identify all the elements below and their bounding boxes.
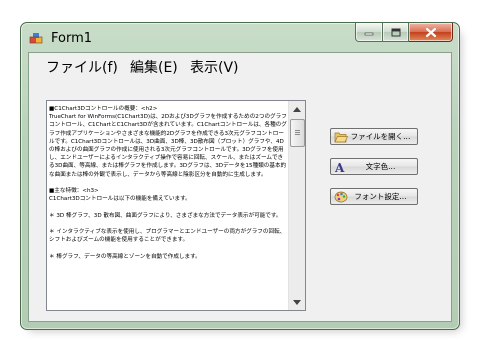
maximize-button[interactable] bbox=[383, 23, 409, 42]
caption-buttons bbox=[355, 23, 453, 43]
app-icon[interactable] bbox=[29, 31, 45, 47]
scroll-up-button[interactable] bbox=[289, 101, 305, 117]
content-textbox[interactable]: ■C1Chart3Dコントロールの概要：<h2> TrueChart for W… bbox=[46, 100, 306, 311]
minimize-icon bbox=[364, 32, 374, 36]
font-color-button[interactable]: A 文字色... bbox=[330, 158, 418, 175]
textbox-content: ■C1Chart3Dコントロールの概要：<h2> TrueChart for W… bbox=[49, 106, 287, 260]
menu-file[interactable]: ファイル(f) bbox=[46, 57, 118, 77]
arrow-down-icon bbox=[293, 299, 301, 305]
scroll-thumb[interactable] bbox=[290, 119, 305, 147]
svg-text:A: A bbox=[334, 161, 345, 173]
font-settings-button[interactable]: フォント設定... bbox=[330, 188, 418, 205]
close-button[interactable] bbox=[409, 23, 453, 42]
open-file-label: ファイルを開く... bbox=[350, 132, 411, 141]
open-folder-icon bbox=[334, 130, 348, 143]
scroll-down-button[interactable] bbox=[289, 294, 305, 310]
menu-bar: ファイル(f) 編集(E) 表示(V) bbox=[29, 53, 451, 79]
maximize-icon bbox=[391, 28, 400, 36]
arrow-up-icon bbox=[293, 106, 301, 112]
font-color-label: 文字色... bbox=[365, 162, 396, 171]
vertical-scrollbar[interactable] bbox=[288, 101, 305, 310]
form1-window: Form1 ファイル(f) 編集(E) 表示(V) ■C1Chart3Dコントロ… bbox=[20, 22, 460, 330]
menu-view[interactable]: 表示(V) bbox=[190, 57, 239, 77]
form-client-area: ファイル(f) 編集(E) 表示(V) ■C1Chart3Dコントロールの概要：… bbox=[28, 52, 452, 322]
font-settings-label: フォント設定... bbox=[354, 192, 407, 201]
window-title: Form1 bbox=[51, 31, 93, 46]
open-file-button[interactable]: ファイルを開く... bbox=[330, 128, 418, 145]
close-icon bbox=[425, 27, 436, 37]
minimize-button[interactable] bbox=[355, 23, 383, 42]
font-color-icon: A bbox=[334, 160, 348, 173]
font-settings-icon bbox=[334, 190, 348, 203]
menu-edit[interactable]: 編集(E) bbox=[130, 57, 178, 77]
title-bar[interactable]: Form1 bbox=[21, 23, 459, 51]
